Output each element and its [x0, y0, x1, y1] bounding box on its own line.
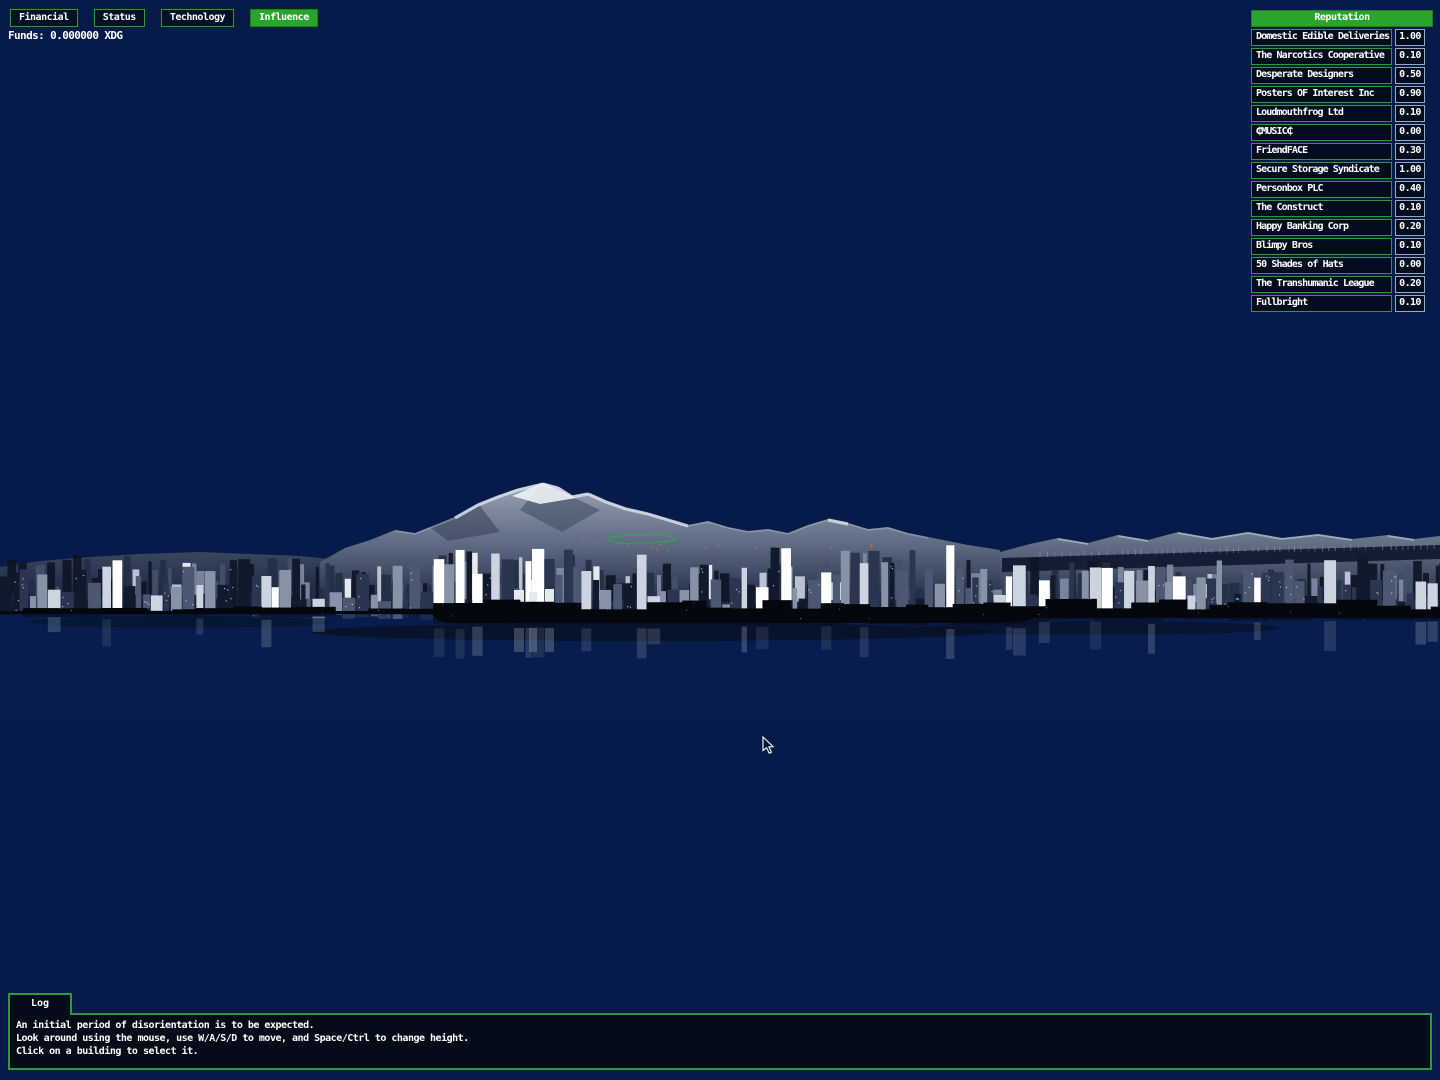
- reputation-entry-value: 0.10: [1395, 105, 1425, 122]
- reputation-panel: Reputation Domestic Edible Deliveries1.0…: [1251, 10, 1433, 312]
- reputation-entry-name: 50 Shades of Hats: [1251, 257, 1392, 274]
- reputation-entry-value: 0.00: [1395, 257, 1425, 274]
- reputation-entry-value: 0.10: [1395, 200, 1425, 217]
- tab-button-technology[interactable]: Technology: [161, 9, 234, 27]
- log-line: An initial period of disorientation is t…: [16, 1019, 1424, 1032]
- reputation-entry-name: Loudmouthfrog Ltd: [1251, 105, 1392, 122]
- reputation-row[interactable]: Domestic Edible Deliveries1.00: [1251, 29, 1433, 46]
- reputation-row[interactable]: The Transhumanic League0.20: [1251, 276, 1433, 293]
- reputation-row[interactable]: Happy Banking Corp0.20: [1251, 219, 1433, 236]
- reputation-entry-value: 0.20: [1395, 276, 1425, 293]
- log-tab[interactable]: Log: [8, 993, 72, 1015]
- reputation-row[interactable]: Posters OF Interest Inc0.90: [1251, 86, 1433, 103]
- reputation-row[interactable]: Personbox PLC0.40: [1251, 181, 1433, 198]
- reputation-entry-value: 0.50: [1395, 67, 1425, 84]
- reputation-row[interactable]: FriendFACE0.30: [1251, 143, 1433, 160]
- reputation-row[interactable]: 50 Shades of Hats0.00: [1251, 257, 1433, 274]
- reputation-entry-name: FriendFACE: [1251, 143, 1392, 160]
- tab-button-financial[interactable]: Financial: [10, 9, 78, 27]
- reputation-entry-name: Domestic Edible Deliveries: [1251, 29, 1392, 46]
- reputation-entry-value: 0.40: [1395, 181, 1425, 198]
- reputation-row[interactable]: The Narcotics Cooperative0.10: [1251, 48, 1433, 65]
- log-line: Look around using the mouse, use W/A/S/D…: [16, 1032, 1424, 1045]
- tab-button-status[interactable]: Status: [94, 9, 145, 27]
- reputation-row[interactable]: Loudmouthfrog Ltd0.10: [1251, 105, 1433, 122]
- reputation-entry-value: 0.00: [1395, 124, 1425, 141]
- reputation-entry-value: 1.00: [1395, 29, 1425, 46]
- reputation-entry-name: Blimpy Bros: [1251, 238, 1392, 255]
- log-box: An initial period of disorientation is t…: [8, 1013, 1432, 1070]
- reputation-entry-name: Secure Storage Syndicate: [1251, 162, 1392, 179]
- reputation-entry-value: 0.90: [1395, 86, 1425, 103]
- reputation-entry-value: 0.30: [1395, 143, 1425, 160]
- reputation-row[interactable]: Fullbright0.10: [1251, 295, 1433, 312]
- reputation-entry-value: 0.10: [1395, 238, 1425, 255]
- reputation-entry-value: 0.10: [1395, 295, 1425, 312]
- reputation-entry-name: The Narcotics Cooperative: [1251, 48, 1392, 65]
- reputation-entry-name: Desperate Designers: [1251, 67, 1392, 84]
- reputation-entry-name: The Transhumanic League: [1251, 276, 1392, 293]
- reputation-entry-value: 0.10: [1395, 48, 1425, 65]
- tab-button-influence[interactable]: Influence: [250, 9, 318, 27]
- reputation-header: Reputation: [1251, 10, 1433, 27]
- reputation-entry-value: 0.20: [1395, 219, 1425, 236]
- reputation-entry-value: 1.00: [1395, 162, 1425, 179]
- reputation-rows: Domestic Edible Deliveries1.00The Narcot…: [1251, 29, 1433, 312]
- reputation-entry-name: ₵MUSIC₵: [1251, 124, 1392, 141]
- funds-readout: Funds: 0.000000 XDG: [8, 29, 122, 42]
- reputation-row[interactable]: The Construct0.10: [1251, 200, 1433, 217]
- reputation-entry-name: Happy Banking Corp: [1251, 219, 1392, 236]
- reputation-row[interactable]: Desperate Designers0.50: [1251, 67, 1433, 84]
- reputation-row[interactable]: Secure Storage Syndicate1.00: [1251, 162, 1433, 179]
- reputation-entry-name: Posters OF Interest Inc: [1251, 86, 1392, 103]
- reputation-entry-name: Fullbright: [1251, 295, 1392, 312]
- city-viewport[interactable]: [0, 440, 1440, 720]
- log-line: Click on a building to select it.: [16, 1045, 1424, 1058]
- top-tab-bar: Financial Status Technology Influence: [10, 9, 318, 27]
- reputation-row[interactable]: ₵MUSIC₵0.00: [1251, 124, 1433, 141]
- mouse-cursor-icon: [762, 736, 778, 756]
- reputation-row[interactable]: Blimpy Bros0.10: [1251, 238, 1433, 255]
- reputation-entry-name: The Construct: [1251, 200, 1392, 217]
- reputation-entry-name: Personbox PLC: [1251, 181, 1392, 198]
